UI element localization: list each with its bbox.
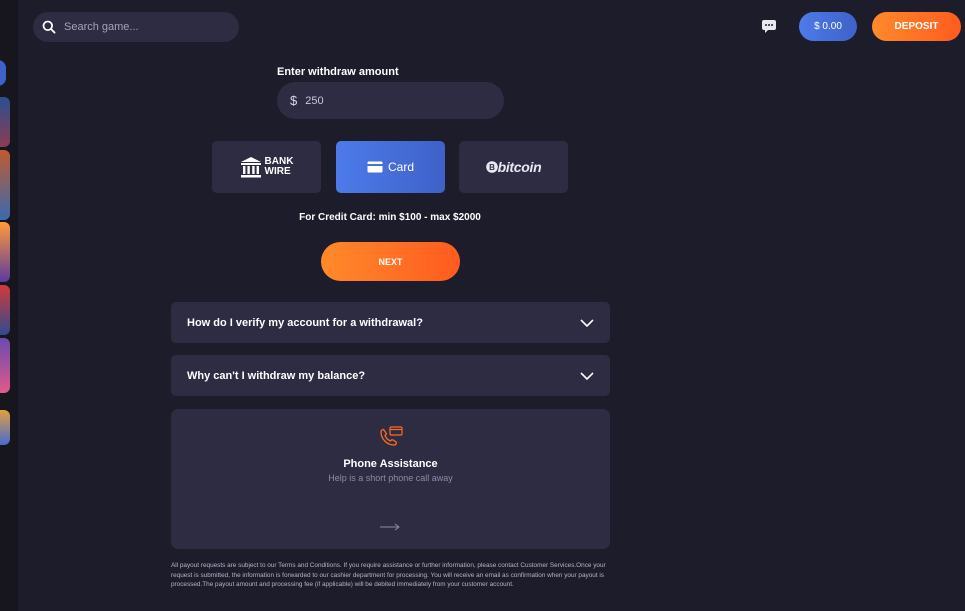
bank-wire-label: BANK WIRE [264,156,294,177]
card-method-label: Card [387,160,414,174]
withdraw-amount-label: Enter withdraw amount [277,66,399,78]
faq-question: Why can't I withdraw my balance? [187,369,366,382]
balance-button[interactable]: $ 0.00 [799,12,857,41]
phone-card-icon [380,426,403,446]
payout-disclaimer: All payout requests are subject to our T… [171,562,606,589]
search-bar[interactable] [33,12,239,42]
game-thumbnail[interactable] [0,338,10,393]
card-limits-text: For Credit Card: min $100 - max $2000 [299,212,481,223]
phone-assistance-title: Phone Assistance [343,458,438,470]
faq-item[interactable]: Why can't I withdraw my balance? [171,355,610,396]
search-icon [42,20,56,34]
card-method-button[interactable]: Card [336,141,445,193]
arrow-right-icon[interactable] [380,523,400,531]
bitcoin-icon: B [485,161,498,173]
next-button[interactable]: NEXT [321,242,460,281]
search-input[interactable] [62,20,226,34]
bitcoin-method-button[interactable]: B bitcoin [459,141,568,193]
bitcoin-method-label: bitcoin [497,159,542,175]
game-thumbnail[interactable] [0,97,10,147]
phone-assistance-card[interactable]: Phone Assistance Help is a short phone c… [171,409,610,549]
svg-text:B: B [489,163,495,172]
faq-item[interactable]: How do I verify my account for a withdra… [171,302,610,343]
game-thumbnail[interactable] [0,285,10,335]
deposit-button[interactable]: DEPOSIT [872,12,961,41]
bank-icon [240,157,261,178]
game-thumbnail[interactable] [0,222,10,282]
withdraw-amount-input[interactable] [303,93,478,108]
chevron-down-icon [580,318,594,327]
phone-assistance-subtitle: Help is a short phone call away [328,473,453,483]
bank-wire-method-button[interactable]: BANK WIRE [212,141,321,193]
currency-symbol: $ [290,93,298,108]
faq-question: How do I verify my account for a withdra… [187,316,423,329]
game-thumbnail[interactable] [0,150,10,220]
withdraw-amount-field[interactable]: $ [277,82,504,119]
sidebar-toggle[interactable] [0,60,6,86]
credit-card-icon [367,161,383,173]
chat-icon[interactable] [761,18,777,34]
chevron-down-icon [580,371,594,380]
left-sidebar [0,0,18,611]
top-bar: $ 0.00 DEPOSIT [18,0,965,52]
game-thumbnail[interactable] [0,410,10,445]
